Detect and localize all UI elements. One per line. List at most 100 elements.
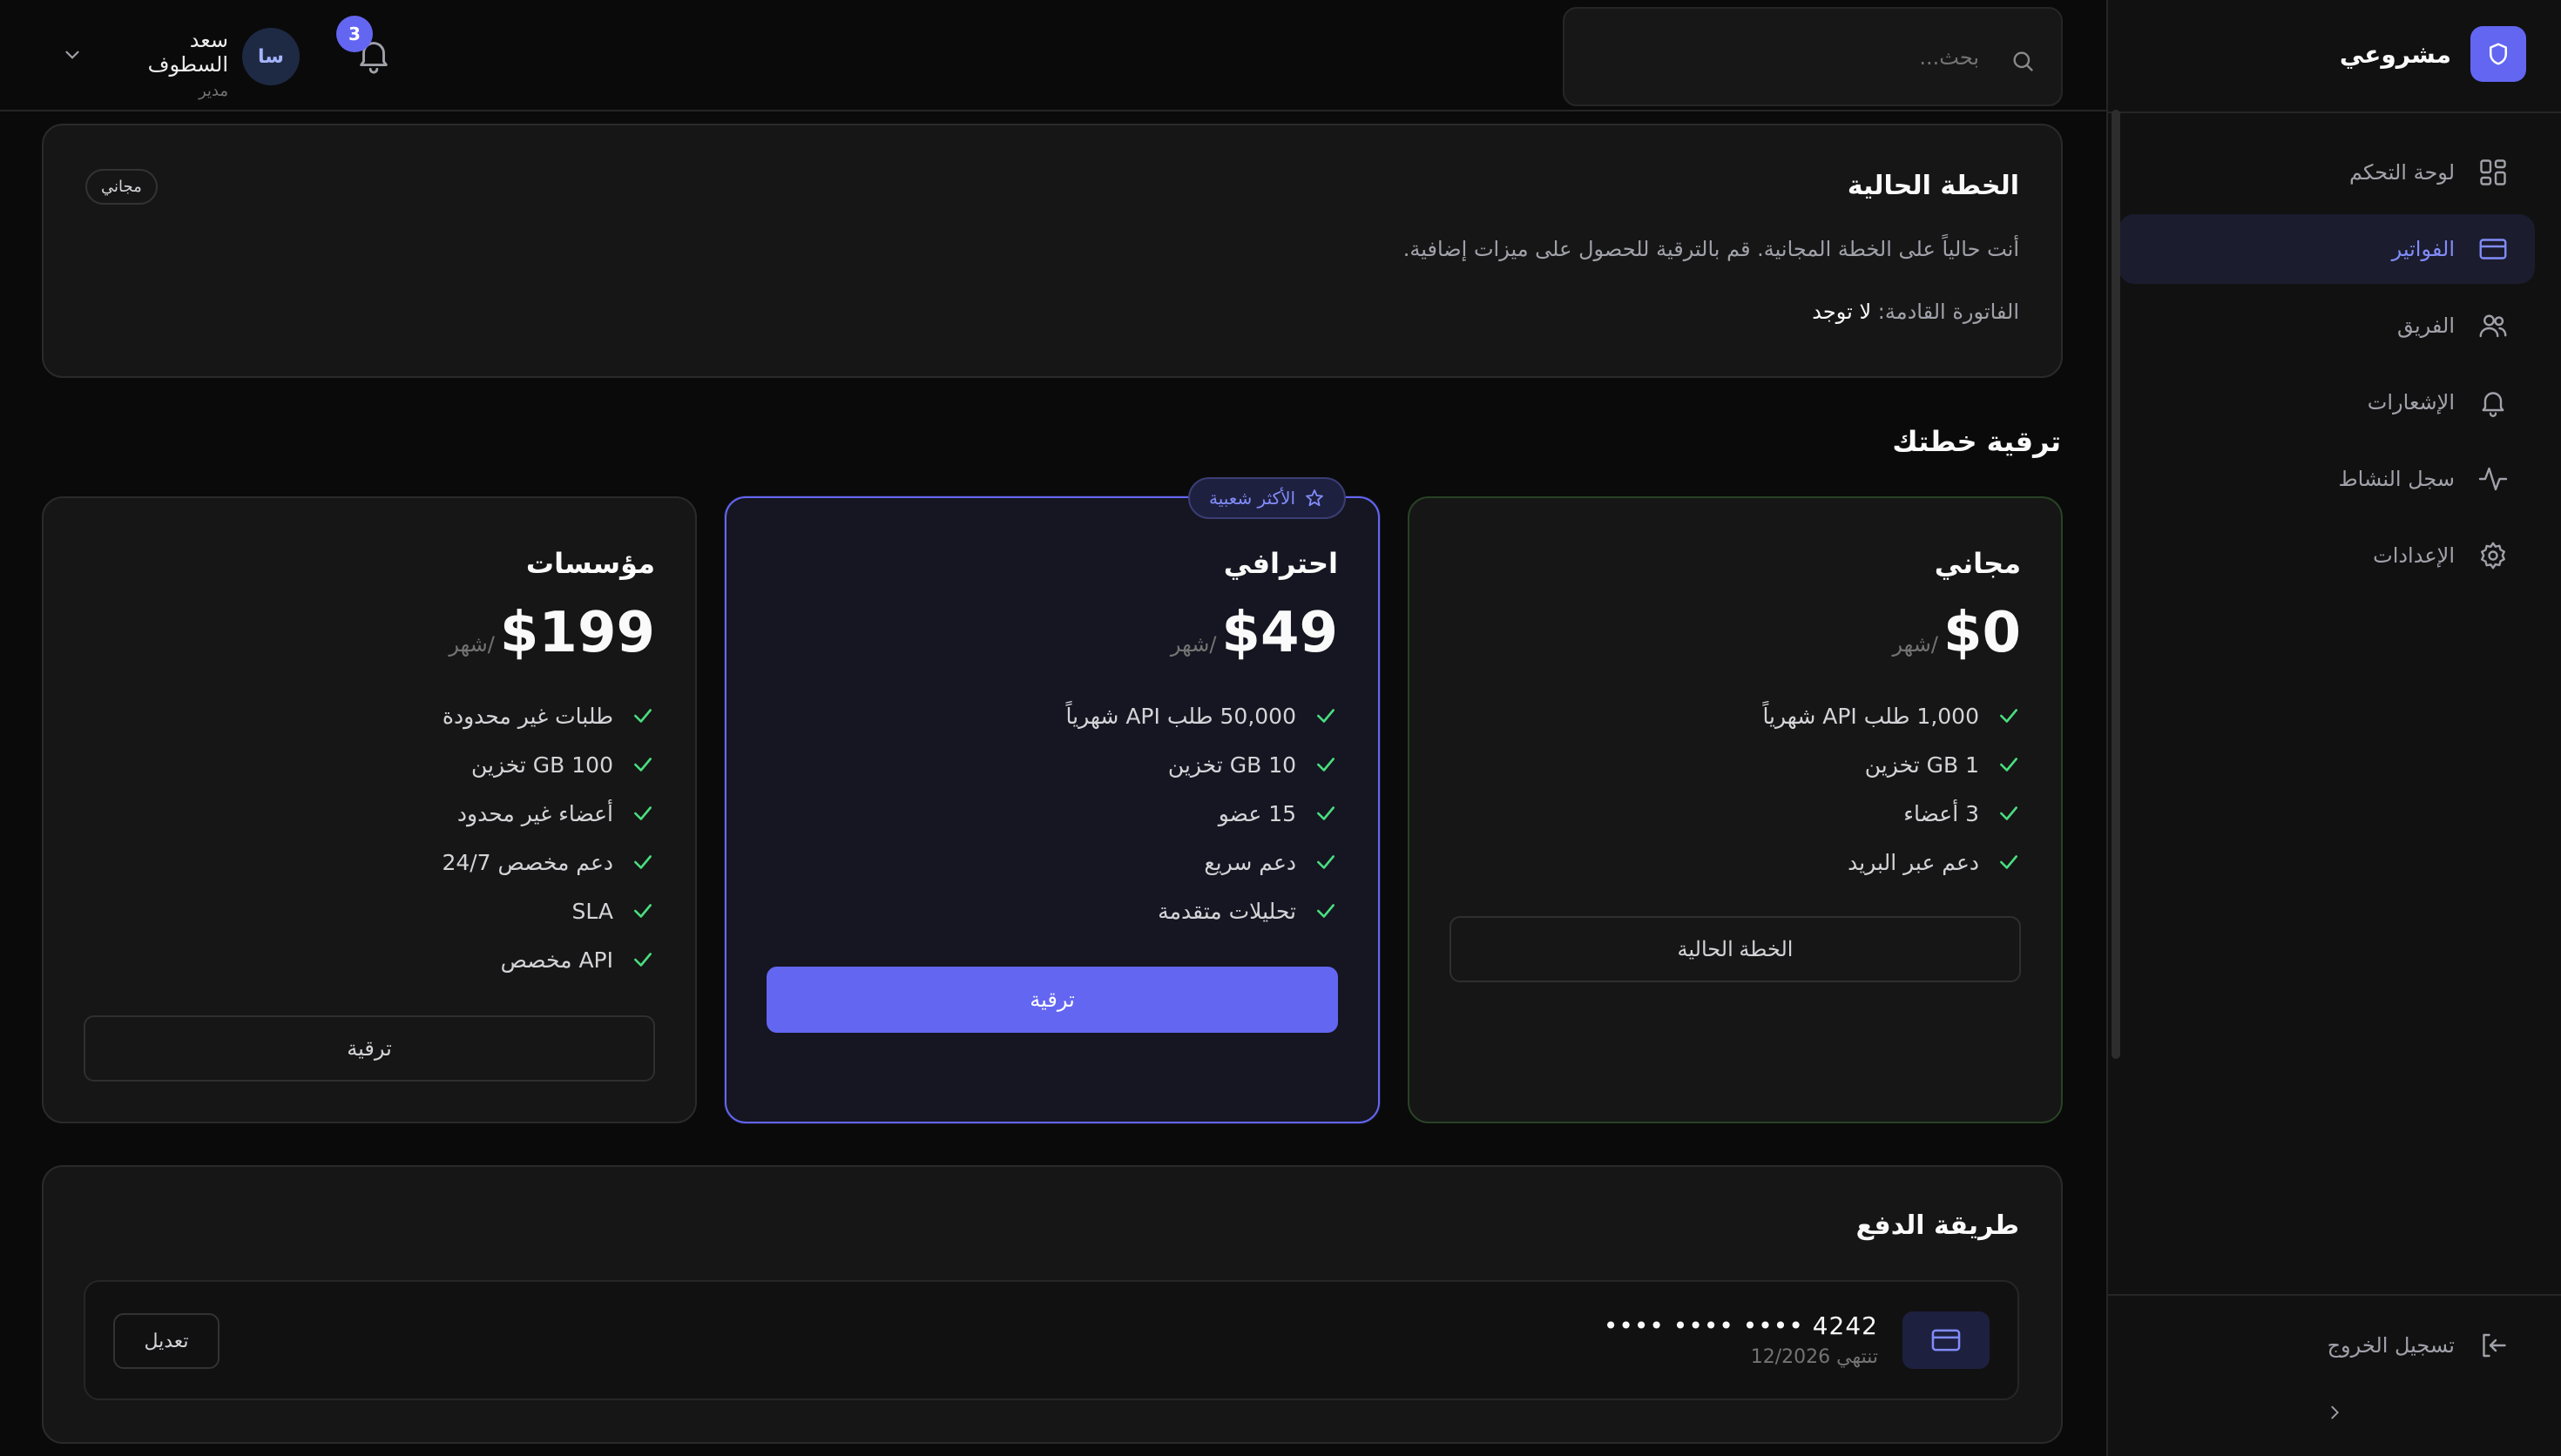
user-name: سعد السطوف — [147, 28, 228, 77]
feature-list: 50,000 طلب API شهرياً 10 GB تخزين 15 عضو… — [1066, 691, 1338, 935]
payment-method-card: طريقة الدفع •••• •••• •••• 4242 تنتهي 12… — [42, 1165, 2063, 1444]
feature-text: 1,000 طلب API شهرياً — [1762, 703, 1979, 729]
shield-icon — [2470, 26, 2526, 82]
saved-card-row: •••• •••• •••• 4242 تنتهي 12/2026 تعديل — [84, 1280, 2019, 1400]
feature-text: 15 عضو — [1218, 800, 1296, 826]
feature-text: 1 GB تخزين — [1864, 752, 1979, 778]
current-plan-description: أنت حالياً على الخطة المجانية. قم بالترق… — [1402, 237, 2019, 261]
feature-text: 10 GB تخزين — [1167, 752, 1296, 778]
feature-item: أعضاء غير محدود — [442, 789, 655, 838]
feature-item: 10 GB تخزين — [1066, 740, 1338, 789]
user-menu-toggle[interactable] — [61, 44, 84, 70]
feature-list: 1,000 طلب API شهرياً 1 GB تخزين 3 أعضاء … — [1762, 691, 2021, 886]
activity-icon — [2476, 462, 2510, 496]
check-icon — [1314, 850, 1338, 874]
check-icon — [631, 899, 655, 923]
sidebar-item-label: الفواتير — [2391, 237, 2455, 261]
bell-icon — [2476, 385, 2510, 420]
avatar[interactable]: سا — [242, 28, 300, 85]
current-plan-button[interactable]: الخطة الحالية — [1449, 916, 2021, 982]
brand-name: مشروعي — [2339, 39, 2451, 69]
plan-card-enterprise: مؤسسات $199 /شهر طلبات غير محدودة 100 GB… — [42, 496, 697, 1123]
check-icon — [631, 752, 655, 777]
gear-icon — [2476, 538, 2510, 573]
feature-item: تحليلات متقدمة — [1066, 886, 1338, 935]
sidebar-item-activity-log[interactable]: سجل النشاط — [2118, 444, 2535, 514]
most-popular-badge: الأكثر شعبية — [1188, 477, 1347, 519]
collapse-sidebar-button[interactable] — [2319, 1397, 2350, 1428]
credit-card-icon — [1902, 1311, 1990, 1369]
next-invoice-label: الفاتورة القادمة: — [1877, 300, 2019, 324]
feature-item: 50,000 طلب API شهرياً — [1066, 691, 1338, 740]
upgrade-enterprise-button[interactable]: ترقية — [84, 1015, 655, 1082]
plan-name: مؤسسات — [525, 547, 655, 580]
plan-badge: مجاني — [85, 169, 158, 205]
feature-text: 50,000 طلب API شهرياً — [1065, 703, 1296, 729]
sidebar-item-team[interactable]: الفريق — [2118, 291, 2535, 361]
search-input[interactable]: بحث... — [1563, 7, 2063, 106]
feature-text: دعم سريع — [1204, 849, 1296, 875]
feature-item: 1 GB تخزين — [1762, 740, 2021, 789]
price-amount: $199 — [499, 601, 655, 665]
feature-item: طلبات غير محدودة — [442, 691, 655, 740]
next-invoice: الفاتورة القادمة: لا توجد — [1812, 300, 2019, 324]
current-plan-title: الخطة الحالية — [1847, 171, 2019, 201]
chevron-right-icon — [2331, 1405, 2339, 1419]
sidebar-item-dashboard[interactable]: لوحة التحكم — [2118, 138, 2535, 207]
search-placeholder: بحث... — [1919, 45, 1979, 70]
sidebar-nav: لوحة التحكم الفواتير الفريق الإشعارات سج… — [2118, 138, 2535, 597]
star-icon — [1306, 489, 1324, 507]
feature-text: دعم عبر البريد — [1848, 849, 1979, 875]
feature-item: 15 عضو — [1066, 789, 1338, 838]
edit-payment-button[interactable]: تعديل — [113, 1313, 220, 1369]
feature-text: أعضاء غير محدود — [456, 800, 613, 826]
check-icon — [1314, 704, 1338, 728]
check-icon — [1314, 752, 1338, 777]
user-menu[interactable]: سعد السطوف مدير — [110, 28, 228, 100]
feature-text: 100 GB تخزين — [470, 752, 613, 778]
sidebar-item-notifications[interactable]: الإشعارات — [2118, 367, 2535, 437]
check-icon — [631, 801, 655, 826]
feature-item: API مخصص — [442, 935, 655, 984]
users-icon — [2476, 308, 2510, 343]
logout-button[interactable]: تسجيل الخروج — [2328, 1315, 2535, 1376]
card-expiry: تنتهي 12/2026 — [1750, 1346, 1878, 1368]
price-amount: $49 — [1221, 601, 1338, 665]
plan-price: $199 /شهر — [449, 601, 655, 665]
sidebar-item-label: سجل النشاط — [2338, 467, 2455, 491]
sidebar-item-settings[interactable]: الإعدادات — [2118, 521, 2535, 590]
feature-item: 1,000 طلب API شهرياً — [1762, 691, 2021, 740]
sidebar-item-label: لوحة التحكم — [2349, 160, 2455, 185]
logout-label: تسجيل الخروج — [2327, 1333, 2455, 1358]
dashboard-icon — [2476, 155, 2510, 190]
user-role: مدير — [198, 82, 228, 100]
card-number: •••• •••• •••• 4242 — [1603, 1311, 1878, 1340]
price-period: /شهر — [449, 632, 495, 657]
feature-item: 3 أعضاء — [1762, 789, 2021, 838]
feature-text: تحليلات متقدمة — [1158, 898, 1296, 924]
feature-text: SLA — [571, 898, 613, 924]
check-icon — [631, 704, 655, 728]
plan-price: $49 /شهر — [1171, 601, 1338, 665]
check-icon — [631, 850, 655, 874]
check-icon — [1997, 752, 2021, 777]
sidebar-item-billing[interactable]: الفواتير — [2118, 214, 2535, 284]
check-icon — [631, 947, 655, 972]
feature-item: دعم سريع — [1066, 838, 1338, 886]
plan-name: مجاني — [1934, 547, 2021, 580]
brand[interactable]: مشروعي — [2340, 26, 2526, 82]
search-icon — [2010, 49, 2035, 77]
check-icon — [1997, 704, 2021, 728]
upgrade-pro-button[interactable]: ترقية — [767, 967, 1338, 1033]
scrollbar[interactable] — [2112, 110, 2120, 1059]
credit-card-icon — [2476, 232, 2510, 266]
notification-count-badge: 3 — [336, 16, 373, 52]
feature-item: 100 GB تخزين — [442, 740, 655, 789]
sidebar-item-label: الإعدادات — [2373, 543, 2455, 568]
sidebar-item-label: الإشعارات — [2367, 390, 2455, 415]
price-period: /شهر — [1170, 632, 1217, 657]
check-icon — [1997, 850, 2021, 874]
chevron-down-icon — [65, 51, 79, 59]
plan-card-free: مجاني $0 /شهر 1,000 طلب API شهرياً 1 GB … — [1408, 496, 2063, 1123]
check-icon — [1997, 801, 2021, 826]
